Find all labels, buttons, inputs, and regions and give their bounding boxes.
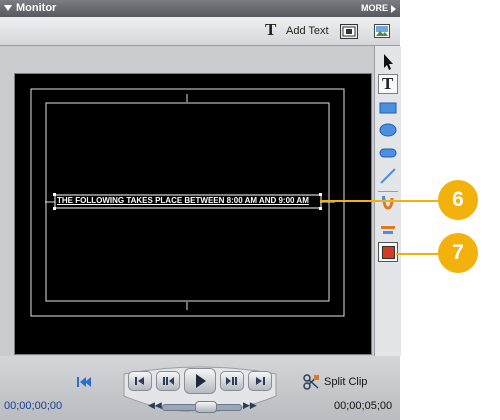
split-clip-button[interactable]: Split Clip: [324, 376, 367, 388]
jog-right-icon[interactable]: ▶▶: [243, 400, 257, 411]
play-icon: [196, 374, 206, 388]
monitor-panel: Monitor MORE T Add Text THE FOLLOWING TA…: [0, 0, 401, 420]
duration-timecode: 00;00;05;00: [334, 400, 393, 412]
rewind-button[interactable]: [156, 371, 180, 391]
rectangle-tool-icon[interactable]: [378, 98, 398, 118]
add-text-t-icon[interactable]: T: [265, 20, 276, 39]
callout-6-leader: [320, 200, 444, 202]
image-icon[interactable]: [374, 24, 390, 38]
go-to-start-icon[interactable]: [76, 376, 92, 388]
rounded-rectangle-tool-icon[interactable]: [378, 143, 398, 163]
play-button[interactable]: [184, 368, 216, 394]
text-tool-button[interactable]: T: [378, 74, 398, 94]
callout-6-badge: 6: [438, 180, 478, 220]
preview-canvas: [30, 88, 345, 317]
collapse-triangle-icon[interactable]: [4, 5, 12, 11]
title-text-line[interactable]: THE FOLLOWING TAKES PLACE BETWEEN 8:00 A…: [57, 196, 319, 205]
monitor-toolbar: T Add Text: [0, 17, 400, 46]
fill-color-swatch-icon: [382, 246, 395, 259]
split-clip-icon[interactable]: [302, 373, 320, 391]
add-text-button[interactable]: Add Text: [286, 25, 329, 43]
step-forward-icon: [256, 377, 265, 385]
jog-shuttle-thumb[interactable]: [194, 401, 217, 413]
fast-forward-button[interactable]: [220, 371, 244, 391]
current-timecode[interactable]: 00;00;00;00: [4, 400, 62, 412]
text-tool-icon: T: [382, 74, 394, 93]
step-back-icon: [135, 377, 144, 385]
stroke-color-icon[interactable]: [378, 218, 398, 238]
ellipse-tool-icon[interactable]: [378, 120, 398, 140]
preview-viewer[interactable]: THE FOLLOWING TAKES PLACE BETWEEN 8:00 A…: [14, 73, 372, 355]
gradient-fill-icon[interactable]: [378, 194, 398, 214]
next-frame-button[interactable]: [248, 371, 272, 391]
previous-frame-button[interactable]: [128, 371, 152, 391]
panel-title-bar: Monitor MORE: [0, 0, 400, 17]
tools-divider: [378, 191, 398, 192]
jog-left-icon[interactable]: ◀◀: [148, 400, 162, 411]
more-arrow-icon[interactable]: [391, 5, 396, 13]
line-tool-icon[interactable]: [378, 166, 398, 186]
fast-forward-icon: [226, 377, 237, 385]
callout-7-badge: 7: [438, 233, 478, 273]
selection-arrow-icon[interactable]: [378, 52, 398, 72]
panel-title: Monitor: [16, 2, 57, 14]
snapshot-icon[interactable]: [340, 24, 358, 39]
fill-color-button[interactable]: [378, 242, 398, 262]
more-menu-button[interactable]: MORE: [361, 3, 388, 13]
callout-7-leader: [396, 253, 442, 255]
rewind-icon: [163, 377, 174, 385]
transport-bar: Split Clip 00;00;00;00 00;00;05;00 ◀◀ ▶▶: [0, 356, 400, 420]
